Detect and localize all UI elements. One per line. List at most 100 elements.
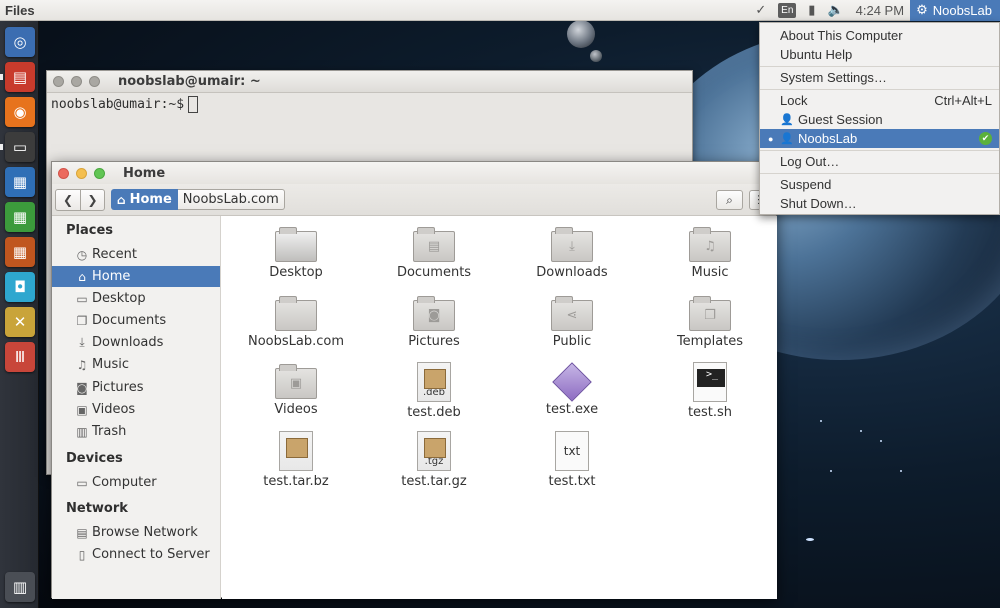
file-item-label: NoobsLab.com [247,334,344,349]
menu-item-help[interactable]: Ubuntu Help [760,45,999,64]
folder-music-icon: ♫ [689,227,731,262]
file-item-music[interactable]: ♫ Music [643,227,777,280]
path-button-noobslab[interactable]: NoobsLab.com [177,189,285,210]
menu-item-guest-session[interactable]: 👤 Guest Session [760,110,999,129]
sidebar-item-desktop[interactable]: ▭ Desktop [52,288,220,309]
file-item-public[interactable]: ⋖ Public [505,296,639,349]
film-icon: ▣ [76,402,88,417]
sidebar-item-videos[interactable]: ▣ Videos [52,399,220,420]
folder-templates-icon: ❐ [689,296,731,331]
folder-documents-icon: ▤ [413,227,455,262]
top-panel: Files ✓ En ▮ 🔈 4:24 PM ⚙ NoobsLab [0,0,1000,21]
menu-separator [760,66,999,67]
home-icon: ⌂ [117,192,126,207]
search-button[interactable]: ⌕ [716,190,743,210]
menu-item-system-settings[interactable]: System Settings… [760,68,999,87]
sidebar-item-browse-network[interactable]: ▤ Browse Network [52,522,220,543]
software-center-icon: ◘ [14,278,26,296]
file-item-test-deb[interactable]: .deb test.deb [367,362,501,420]
sidebar-item-home[interactable]: ⌂ Home [52,266,220,287]
file-item-noobslab[interactable]: NoobsLab.com [229,296,363,349]
launcher-files[interactable]: ▤ [5,62,35,92]
active-app-title: Files [5,2,35,18]
files-window[interactable]: Home ❮ ❯ ⌂ Home NoobsLab.com ⌕ ☰ Places … [51,161,777,599]
minimize-button[interactable] [71,76,82,87]
file-item-downloads[interactable]: ⤓ Downloads [505,227,639,280]
close-button[interactable] [53,76,64,87]
menu-item-label: Suspend [780,177,832,192]
terminal-prompt: noobslab@umair:~$ [51,97,185,112]
menu-item-suspend[interactable]: Suspend [760,175,999,194]
sidebar-item-computer[interactable]: ▭ Computer [52,472,220,493]
maximize-button[interactable] [89,76,100,87]
sidebar-item-trash[interactable]: ▥ Trash [52,421,220,442]
sidebar-item-label: Computer [92,475,157,490]
forward-button[interactable]: ❯ [80,189,104,210]
chevron-left-icon: ❮ [62,192,74,207]
keyboard-indicator[interactable]: En [772,0,802,21]
path-button-home[interactable]: ⌂ Home [111,189,178,210]
file-item-pictures[interactable]: ◙ Pictures [367,296,501,349]
lock-shortcut: Ctrl+Alt+L [934,93,992,108]
back-button[interactable]: ❮ [56,190,80,210]
file-item-desktop[interactable]: Desktop [229,227,363,280]
sidebar-item-downloads[interactable]: ⤓ Downloads [52,332,220,353]
dash-button[interactable]: ◎ [5,27,35,57]
battery-indicator[interactable]: ▮ [802,0,821,21]
file-item-videos[interactable]: ▣ Videos [229,364,363,417]
terminal-body[interactable]: noobslab@umair:~$ [47,93,692,116]
sidebar-item-connect-server[interactable]: ▯ Connect to Server [52,544,220,565]
menu-item-current-user[interactable]: ● 👤 NoobsLab ✔ [760,129,999,148]
file-item-test-tar-gz[interactable]: .tgz test.tar.gz [367,431,501,489]
menu-item-about[interactable]: About This Computer [760,26,999,45]
launcher-impress[interactable]: ▦ [5,237,35,267]
terminal-titlebar[interactable]: noobslab@umair: ~ [47,71,692,93]
clock-indicator[interactable]: 4:24 PM [850,0,910,21]
sidebar-item-label: Recent [92,247,137,262]
file-item-test-exe[interactable]: test.exe [505,362,639,417]
launcher-calc[interactable]: ▦ [5,202,35,232]
calc-icon: ▦ [12,208,28,226]
sync-indicator[interactable]: ✓ [749,0,772,21]
launcher-settings[interactable]: ✕ [5,307,35,337]
menu-item-label: Guest Session [798,112,883,127]
file-item-templates[interactable]: ❐ Templates [643,296,777,349]
window-title: Home [123,165,166,181]
file-item-test-sh[interactable]: test.sh [643,362,777,420]
path-home-label: Home [129,192,172,207]
file-item-label: test.sh [687,405,733,420]
sync-icon: ✓ [755,2,767,17]
file-item-label: Public [552,334,592,349]
launcher-tweak[interactable]: Ⅲ [5,342,35,372]
sound-indicator[interactable]: 🔈 [821,0,849,21]
minimize-button[interactable] [76,167,87,179]
user-icon: 👤 [780,114,794,126]
launcher-software-center[interactable]: ◘ [5,272,35,302]
close-button[interactable] [58,167,69,179]
launcher-terminal[interactable]: ▭ [5,132,35,162]
firefox-icon: ◉ [13,103,27,121]
session-indicator[interactable]: ⚙ NoobsLab [910,0,1000,21]
trash-icon: ▥ [76,424,88,439]
sidebar-item-music[interactable]: ♫ Music [52,354,220,375]
file-item-label: Videos [274,402,318,417]
sidebar-item-recent[interactable]: ◷ Recent [52,244,220,265]
menu-item-log-out[interactable]: Log Out… [760,152,999,171]
sidebar-item-pictures[interactable]: ◙ Pictures [52,377,220,398]
file-item-test-txt[interactable]: txt test.txt [505,431,639,489]
sidebar-item-documents[interactable]: ❐ Documents [52,310,220,331]
launcher-trash[interactable]: ▥ [5,572,35,602]
menu-item-lock[interactable]: Lock Ctrl+Alt+L [760,91,999,110]
files-titlebar[interactable]: Home [52,162,776,184]
menu-item-shut-down[interactable]: Shut Down… [760,194,999,213]
launcher-firefox[interactable]: ◉ [5,97,35,127]
equalizer-icon: Ⅲ [14,348,26,366]
file-item-documents[interactable]: ▤ Documents [367,227,501,280]
maximize-button[interactable] [94,167,105,179]
launcher-writer[interactable]: ▦ [5,167,35,197]
folder-downloads-icon: ⤓ [551,227,593,262]
folder-pictures-icon: ◙ [413,296,455,331]
file-grid: Desktop ▤ Documents ⤓ Downloads ♫ Music … [222,216,777,599]
sidebar-item-label: Trash [92,424,127,439]
file-item-test-tar-bz[interactable]: test.tar.bz [229,431,363,489]
